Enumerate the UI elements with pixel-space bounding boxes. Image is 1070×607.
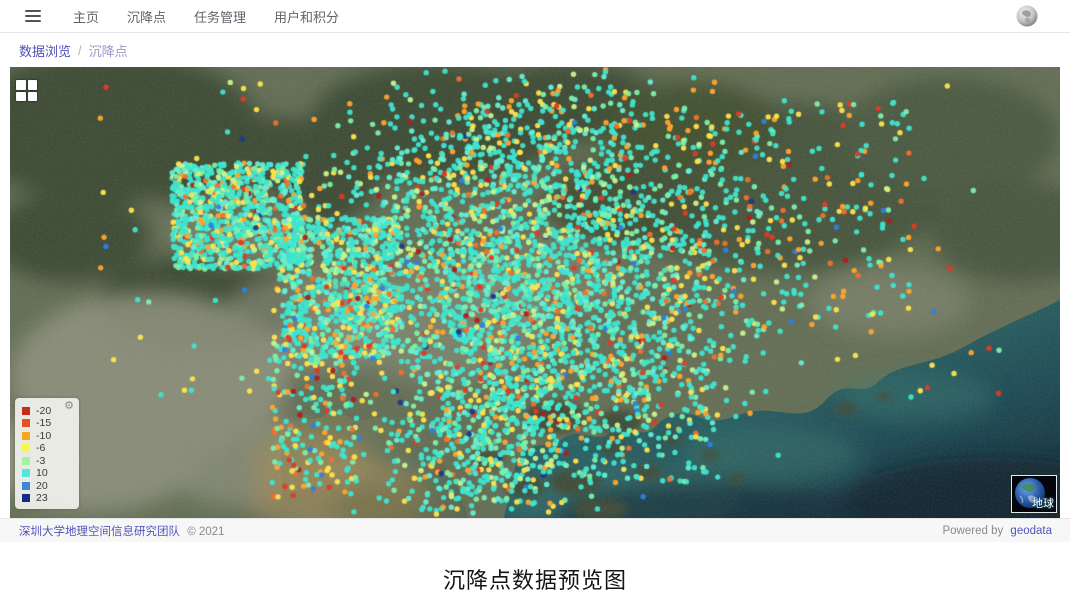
nav-item-home[interactable]: 主页 [73, 7, 99, 26]
top-nav: 主页 沉降点 任务管理 用户和积分 [0, 0, 1070, 33]
legend-swatch [22, 432, 30, 440]
legend-value: -15 [36, 418, 51, 429]
basemap-switcher[interactable]: 地球 [1011, 475, 1057, 513]
legend-item: 20 [22, 480, 73, 492]
map-viewport[interactable]: ⚙ -20 -15 -10 -6 -3 10 20 23 地球 [10, 67, 1060, 518]
legend-item: 10 [22, 468, 73, 480]
legend-value: 23 [36, 493, 48, 504]
powered-by: Powered by geodata [942, 525, 1052, 537]
map-statusbar: 深圳大学地理空间信息研究团队 © 2021 Powered by geodata [0, 518, 1070, 542]
powered-by-text: Powered by [942, 525, 1003, 537]
legend-swatch [22, 419, 30, 427]
breadcrumb-current-page: 沉降点 [89, 41, 128, 60]
legend-value: -10 [36, 431, 51, 442]
legend-swatch [22, 444, 30, 452]
copyright-text: © 2021 [187, 526, 224, 538]
nav-item-subsidence-points[interactable]: 沉降点 [127, 7, 166, 26]
main-nav: 主页 沉降点 任务管理 用户和积分 [73, 7, 339, 26]
legend-swatch [22, 494, 30, 502]
breadcrumb: 数据浏览 / 沉降点 [0, 33, 1070, 67]
legend-item: -10 [22, 430, 73, 442]
breadcrumb-separator: / [78, 43, 82, 58]
legend-item: -6 [22, 443, 73, 455]
legend-item: -3 [22, 455, 73, 467]
map-legend: ⚙ -20 -15 -10 -6 -3 10 20 23 [15, 398, 79, 509]
subsidence-points-layer [10, 67, 1060, 518]
legend-value: 10 [36, 468, 48, 479]
legend-value: 20 [36, 481, 48, 492]
legend-item: -15 [22, 418, 73, 430]
figure-caption: 沉降点数据预览图 [0, 563, 1070, 595]
legend-swatch [22, 469, 30, 477]
nav-item-task-management[interactable]: 任务管理 [194, 7, 246, 26]
user-avatar[interactable] [1016, 5, 1038, 27]
legend-swatch [22, 457, 30, 465]
legend-value: -20 [36, 406, 51, 417]
attribution: 深圳大学地理空间信息研究团队 © 2021 [19, 523, 224, 539]
breadcrumb-link-data-browse[interactable]: 数据浏览 [19, 41, 71, 60]
basemap-label: 地球 [1032, 495, 1054, 511]
split-view-grid-icon[interactable] [16, 80, 37, 101]
legend-item: 23 [22, 493, 73, 505]
legend-gear-icon[interactable]: ⚙ [64, 401, 74, 412]
attribution-link[interactable]: 深圳大学地理空间信息研究团队 [19, 526, 180, 538]
legend-value: -3 [36, 456, 45, 467]
nav-item-users-and-points[interactable]: 用户和积分 [274, 7, 339, 26]
geodata-link[interactable]: geodata [1010, 525, 1052, 537]
hamburger-menu-icon[interactable] [25, 10, 41, 22]
globe-avatar-icon [1016, 5, 1038, 27]
legend-swatch [22, 482, 30, 490]
legend-swatch [22, 407, 30, 415]
legend-value: -6 [36, 443, 45, 454]
